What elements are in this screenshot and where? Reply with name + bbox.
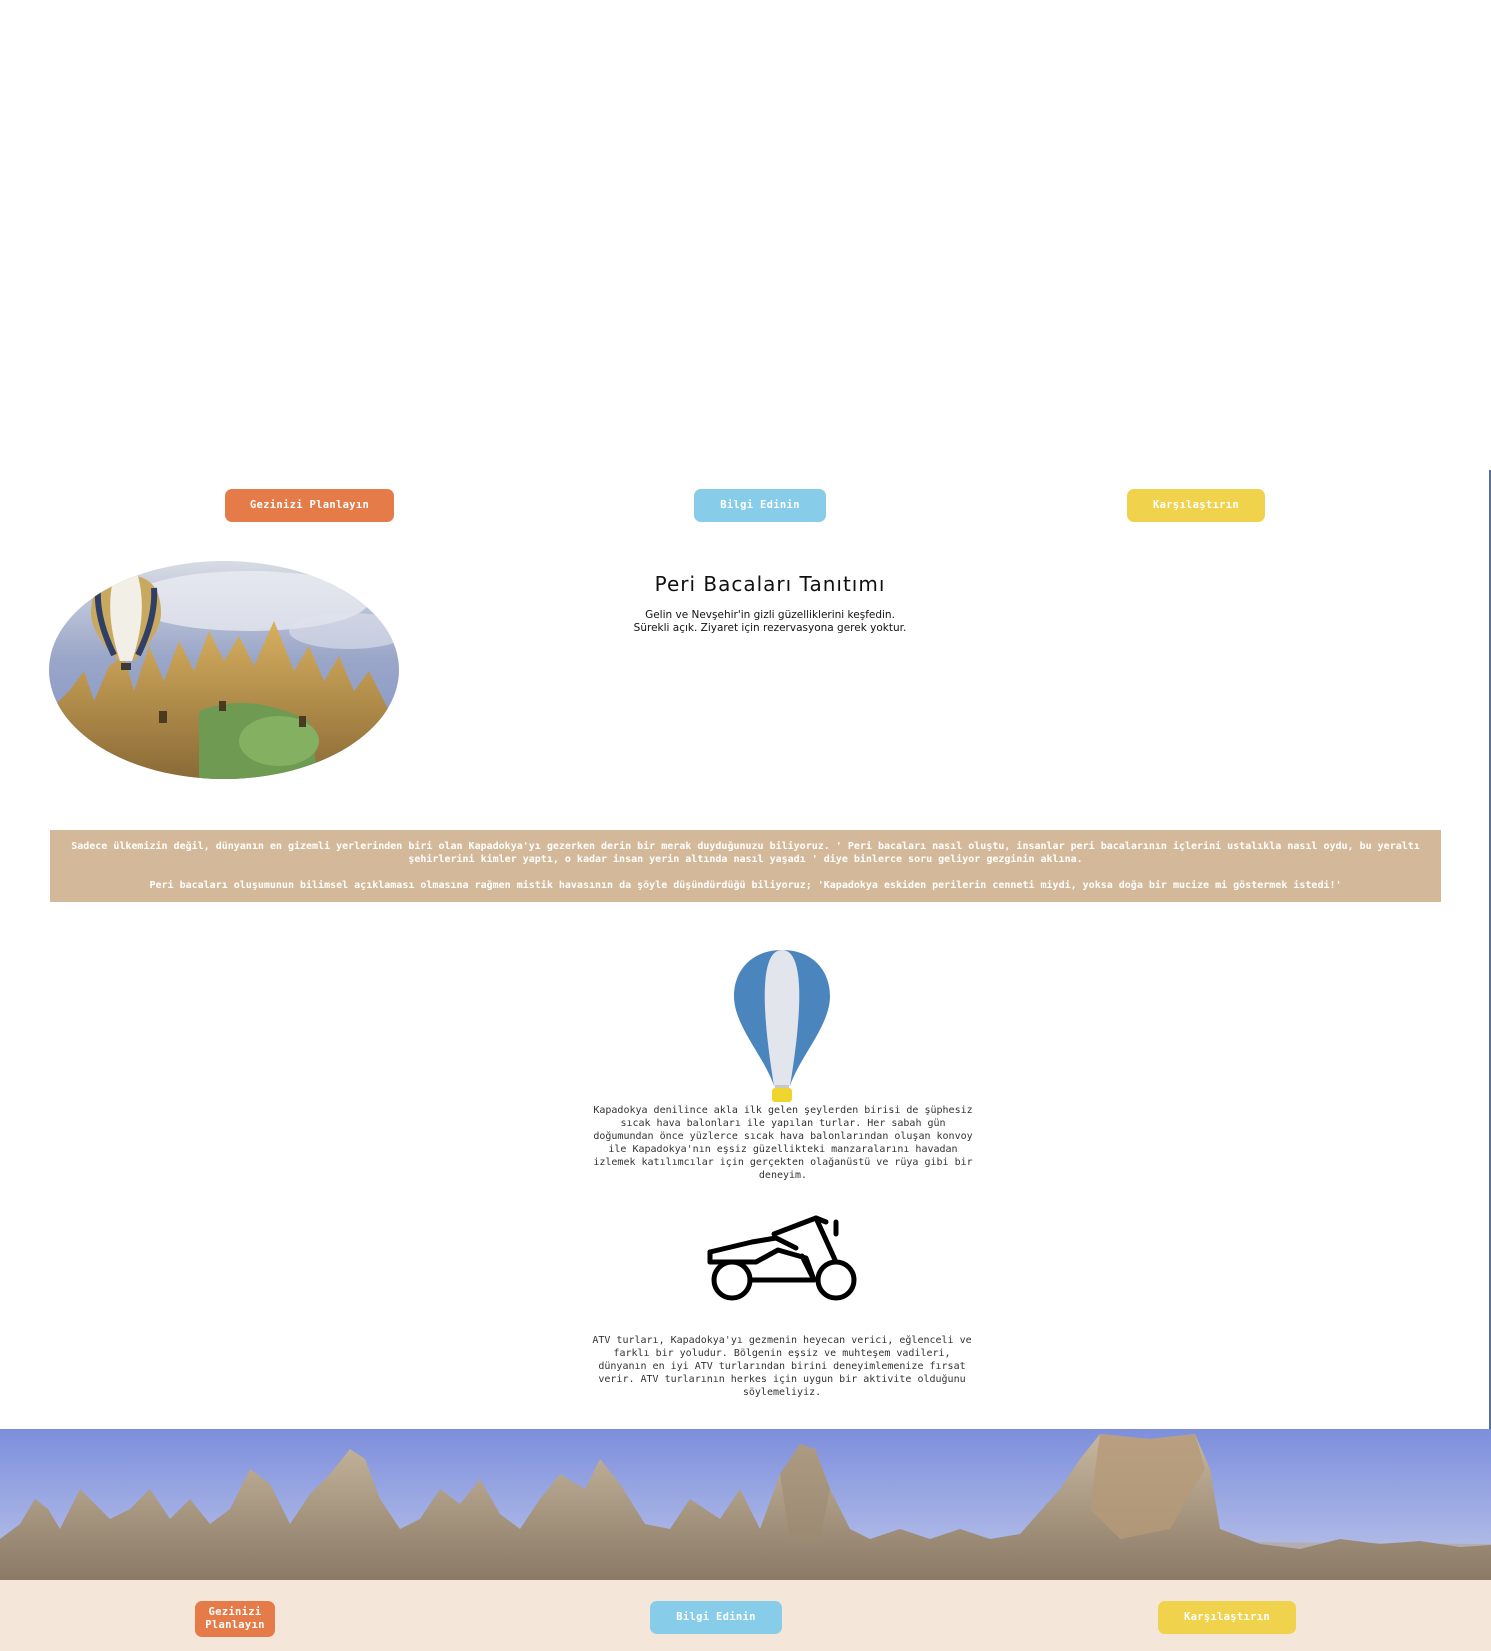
page-subtitle: Gelin ve Nevşehir'in gizli güzelliklerin… [600,609,940,635]
atv-icon [706,1212,858,1304]
subtitle-line-1: Gelin ve Nevşehir'in gizli güzelliklerin… [645,609,895,621]
plan-trip-button[interactable]: Gezinizi Planlayın [225,489,394,522]
subtitle-line-2: Sürekli açık. Ziyaret için rezervasyona … [633,622,907,634]
cappadocia-landscape-image [0,1429,1491,1580]
compare-button[interactable]: Karşılaştırın [1127,489,1265,522]
intro-banner: Sadece ülkemizin değil, dünyanın en gize… [50,830,1441,902]
get-info-button[interactable]: Bilgi Edinin [694,489,826,522]
intro-paragraph-2: Peri bacaları oluşumunun bilimsel açıkla… [149,880,1342,891]
balloon-description: Kapadokya denilince akla ilk gelen şeyle… [593,1105,973,1181]
hot-air-balloon-icon [730,948,834,1102]
footer-compare-button[interactable]: Karşılaştırın [1158,1601,1296,1634]
cappadocia-hero-image [49,561,399,779]
footer-plan-trip-button[interactable]: Gezinizi Planlayın [195,1601,275,1637]
intro-paragraph-1: Sadece ülkemizin değil, dünyanın en gize… [71,841,1420,865]
footer-get-info-button[interactable]: Bilgi Edinin [650,1601,782,1634]
atv-description: ATV turları, Kapadokya'yı gezmenin heyec… [592,1335,972,1398]
page-title: Peri Bacaları Tanıtımı [654,572,886,596]
